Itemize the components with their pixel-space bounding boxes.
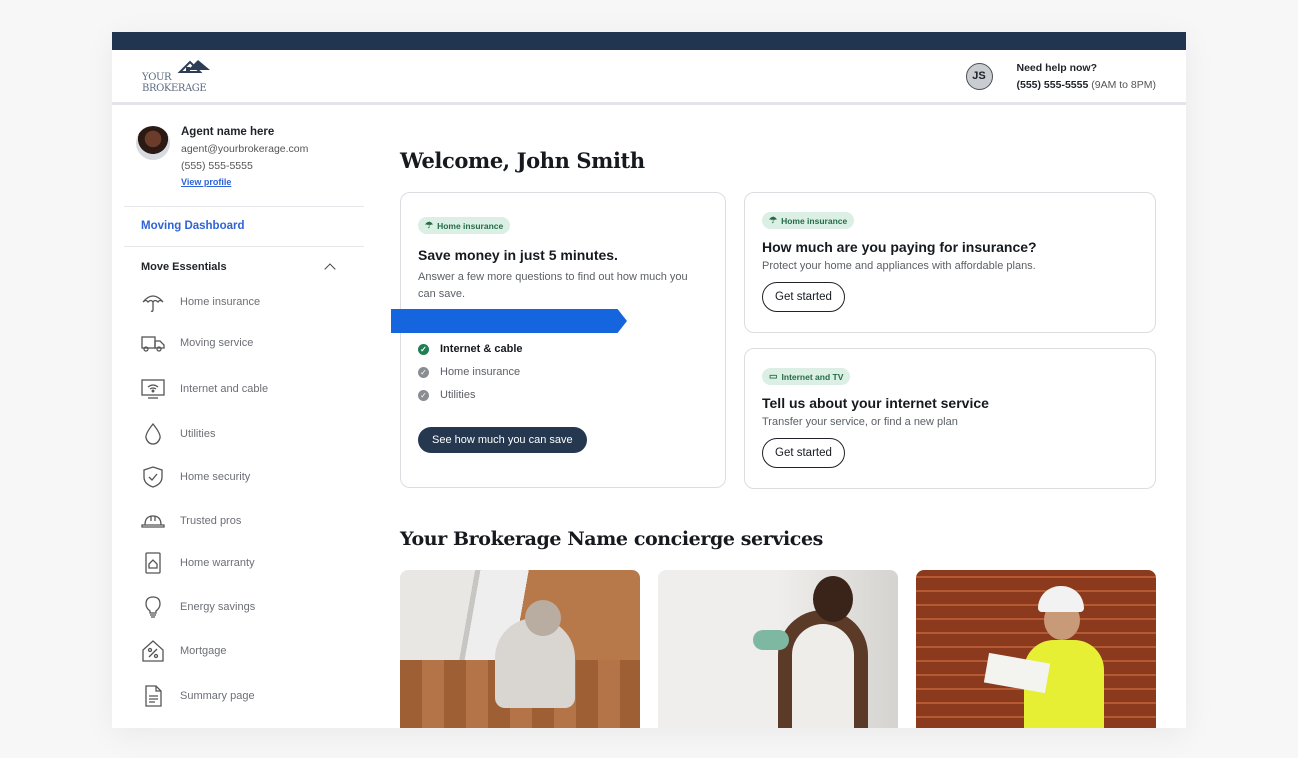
- insurance-card: ☂ Home insurance How much are you paying …: [744, 192, 1156, 333]
- home-insurance-tag: ☂ Home insurance: [418, 217, 511, 234]
- sidebar-item-label: Internet and cable: [180, 383, 269, 395]
- sidebar-item-summary-page[interactable]: Summary page: [124, 673, 364, 719]
- insurance-card-subtitle: Protect your home and appliances with af…: [762, 260, 1036, 272]
- internet-card: ▭ Internet and TV Tell us about your inte…: [744, 348, 1156, 489]
- move-essentials-header[interactable]: Move Essentials: [124, 247, 364, 281]
- brand-logo[interactable]: YOUR BROKERAGE: [142, 58, 238, 94]
- sidebar: Agent name here agent@yourbrokerage.com …: [124, 108, 364, 719]
- view-profile-link[interactable]: View profile: [181, 177, 231, 187]
- checklist-item[interactable]: ✓ Utilities: [418, 389, 523, 401]
- agent-phone[interactable]: (555) 555-5555: [181, 160, 308, 172]
- savings-checklist: ✓ Internet & cable ✓ Home insurance ✓ Utili…: [418, 343, 523, 412]
- sidebar-item-label: Summary page: [180, 690, 255, 702]
- document-icon: [140, 683, 166, 709]
- internet-tv-tag: ▭ Internet and TV: [762, 368, 851, 385]
- sidebar-item-label: Home warranty: [180, 557, 255, 569]
- sidebar-item-trusted-pros[interactable]: Trusted pros: [124, 501, 364, 541]
- sidebar-item-moving-service[interactable]: Moving service: [124, 323, 364, 363]
- concierge-section-title: Your Brokerage Name concierge services: [400, 528, 823, 550]
- agent-name: Agent name here: [181, 126, 275, 138]
- top-bar: [112, 32, 1186, 50]
- sidebar-item-label: Mortgage: [180, 645, 227, 657]
- tag-label: Home insurance: [781, 215, 848, 226]
- help-phone-line: (555) 555-5555 (9AM to 8PM): [1017, 79, 1157, 91]
- header: YOUR BROKERAGE JS Need help now? (555) 5…: [112, 50, 1186, 105]
- checklist-label: Internet & cable: [440, 343, 523, 355]
- umbrella-icon: [140, 289, 166, 315]
- sidebar-item-label: Trusted pros: [180, 515, 242, 527]
- umbrella-icon: ☂: [769, 215, 778, 225]
- sidebar-item-label: Moving service: [180, 337, 254, 349]
- sidebar-item-home-security[interactable]: Home security: [124, 453, 364, 501]
- sidebar-item-utilities[interactable]: Utilities: [124, 415, 364, 453]
- see-savings-button[interactable]: See how much you can save: [418, 427, 587, 453]
- progress-ribbon: [391, 309, 627, 333]
- truck-icon: [140, 330, 166, 356]
- help-title: Need help now?: [1016, 61, 1098, 74]
- monitor-icon: ▭: [769, 371, 778, 381]
- check-circle-icon: ✓: [418, 389, 429, 401]
- internet-card-title: Tell us about your internet service: [762, 395, 989, 411]
- check-circle-icon: ✓: [418, 343, 429, 355]
- insurance-card-title: How much are you paying for insurance?: [762, 239, 1037, 255]
- lightbulb-icon: [140, 594, 166, 620]
- sidebar-item-label: Home insurance: [180, 296, 261, 308]
- agent-card: Agent name here agent@yourbrokerage.com …: [124, 108, 364, 207]
- savings-card-title: Save money in just 5 minutes.: [418, 247, 618, 263]
- water-drop-icon: [140, 421, 166, 447]
- concierge-photo-contractor[interactable]: [916, 570, 1156, 728]
- user-avatar[interactable]: JS: [965, 62, 993, 90]
- savings-card-subtitle: Answer a few more questions to find out …: [418, 271, 688, 301]
- sidebar-item-energy-savings[interactable]: Energy savings: [124, 585, 364, 629]
- sidebar-item-home-insurance[interactable]: Home insurance: [124, 281, 364, 323]
- help-phone[interactable]: (555) 555-5555: [1017, 79, 1089, 91]
- internet-get-started-button[interactable]: Get started: [762, 438, 845, 469]
- tag-label: Internet and TV: [781, 371, 844, 382]
- hard-hat-icon: [140, 508, 166, 534]
- sidebar-item-label: Home security: [180, 471, 251, 483]
- help-section: JS Need help now? (555) 555-5555 (9AM to…: [965, 61, 1157, 91]
- wifi-monitor-icon: [140, 376, 166, 402]
- page-title: Welcome, John Smith: [400, 148, 645, 173]
- checklist-item[interactable]: ✓ Home insurance: [418, 366, 523, 378]
- sidebar-item-label: Energy savings: [180, 601, 256, 613]
- checklist-label: Home insurance: [440, 366, 521, 378]
- sidebar-item-moving-dashboard[interactable]: Moving Dashboard: [124, 207, 364, 247]
- app-frame: YOUR BROKERAGE JS Need help now? (555) 5…: [112, 32, 1186, 728]
- tag-label: Home insurance: [437, 220, 504, 231]
- internet-card-subtitle: Transfer your service, or find a new pla…: [762, 416, 958, 428]
- agent-email[interactable]: agent@yourbrokerage.com: [181, 143, 308, 155]
- logo-text: YOUR BROKERAGE: [142, 72, 207, 94]
- chevron-up-icon[interactable]: [324, 263, 336, 275]
- sidebar-item-label: Utilities: [180, 428, 216, 440]
- sidebar-item-home-warranty[interactable]: Home warranty: [124, 541, 364, 585]
- sidebar-item-internet-cable[interactable]: Internet and cable: [124, 363, 364, 415]
- checklist-label: Utilities: [440, 389, 476, 401]
- shield-check-icon: [140, 464, 166, 490]
- savings-card: ☂ Home insurance Save money in just 5 min…: [391, 192, 726, 488]
- help-hours: (9AM to 8PM): [1091, 78, 1156, 91]
- concierge-photo-handyman[interactable]: [400, 570, 640, 728]
- home-insurance-tag: ☂ Home insurance: [762, 212, 855, 229]
- insurance-get-started-button[interactable]: Get started: [762, 282, 845, 313]
- checklist-item[interactable]: ✓ Internet & cable: [418, 343, 523, 355]
- percent-house-icon: [140, 638, 166, 664]
- umbrella-icon: ☂: [425, 220, 434, 230]
- sidebar-item-mortgage[interactable]: Mortgage: [124, 629, 364, 673]
- check-circle-icon: ✓: [418, 366, 429, 378]
- move-essentials-title: Move Essentials: [141, 261, 227, 273]
- concierge-photo-cleaning[interactable]: [658, 570, 898, 728]
- agent-avatar: [136, 126, 170, 160]
- house-doc-icon: [140, 550, 166, 576]
